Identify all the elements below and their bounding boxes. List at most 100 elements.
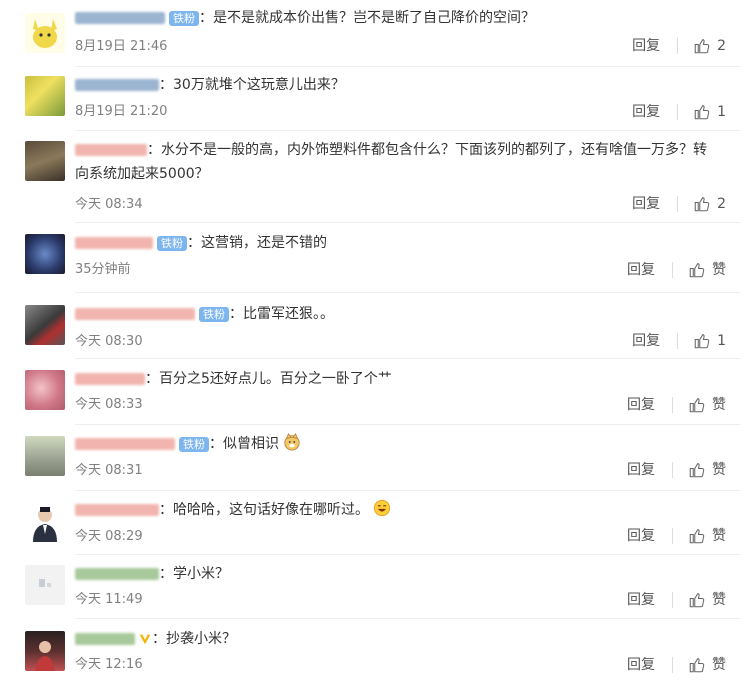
divider [672, 397, 673, 413]
like-count: 赞 [712, 262, 726, 278]
thumbs-up-icon [689, 263, 705, 278]
user-avatar[interactable] [25, 76, 65, 116]
thumbs-up-icon [694, 105, 710, 120]
user-avatar[interactable] [25, 565, 65, 605]
comment-text: ：水分不是一般的高，内外饰塑料件都包含什么？下面该列的都列了，还有啥值一万多？转… [75, 142, 707, 182]
reply-button[interactable]: 回复 [632, 102, 660, 122]
user-avatar[interactable] [25, 436, 65, 476]
divider [672, 528, 673, 544]
thumbs-up-icon [689, 463, 705, 478]
comment-text: ：哈哈哈，这句话好像在哪听过。 [159, 502, 369, 518]
user-avatar[interactable] [25, 13, 65, 53]
fan-badge: 铁粉 [179, 436, 209, 452]
username-blurred[interactable] [75, 12, 165, 24]
fan-badge: 铁粉 [199, 306, 229, 322]
divider [677, 333, 679, 349]
username-blurred[interactable] [75, 438, 175, 450]
comment-text: ：抄袭小米？ [152, 631, 236, 647]
divider [75, 130, 740, 131]
divider [75, 424, 740, 425]
like-button[interactable]: 赞 [688, 526, 726, 546]
username-blurred[interactable] [75, 237, 153, 249]
comment-text: ：学小米？ [159, 566, 229, 582]
like-button[interactable]: 赞 [688, 460, 726, 480]
thumbs-up-icon [689, 593, 705, 608]
comment-text: ：是不是就成本价出售？岂不是断了自己降价的空间？ [199, 10, 535, 26]
like-button[interactable]: 1 [693, 331, 726, 351]
divider [677, 104, 679, 120]
divider [75, 554, 740, 555]
user-avatar[interactable] [25, 370, 65, 410]
like-button[interactable]: 赞 [688, 655, 726, 675]
divider [75, 292, 740, 293]
username-blurred[interactable] [75, 568, 159, 580]
comment-text: ：这营销，还是不错的 [187, 235, 327, 251]
like-count: 2 [717, 38, 726, 54]
reply-button[interactable]: 回复 [627, 395, 655, 415]
comment-time: 今天 08:31 [75, 463, 143, 478]
like-count: 赞 [712, 462, 726, 478]
comment-time: 今天 11:49 [75, 592, 143, 607]
like-button[interactable]: 赞 [688, 260, 726, 280]
laugh-emoji [374, 499, 391, 517]
comment-time: 35分钟前 [75, 262, 131, 277]
like-count: 赞 [712, 397, 726, 413]
comment-time: 今天 12:16 [75, 657, 143, 672]
like-button[interactable]: 赞 [688, 590, 726, 610]
comment-text: ：似曾相识 [209, 436, 279, 452]
divider [677, 38, 679, 54]
username-blurred[interactable] [75, 79, 159, 91]
comment-time: 8月19日 21:20 [75, 104, 168, 119]
comment-text: ：30万就堆个这玩意儿出来？ [159, 77, 345, 93]
v-badge-icon [139, 634, 151, 645]
thumbs-up-icon [689, 658, 705, 673]
comment-time: 今天 08:33 [75, 397, 143, 412]
reply-button[interactable]: 回复 [627, 260, 655, 280]
like-count: 赞 [712, 528, 726, 544]
reply-button[interactable]: 回复 [627, 460, 655, 480]
like-button[interactable]: 1 [693, 102, 726, 122]
like-count: 1 [717, 333, 726, 349]
divider [75, 66, 740, 67]
user-avatar[interactable] [25, 141, 65, 181]
like-button[interactable]: 2 [693, 36, 726, 56]
thumbs-up-icon [694, 197, 710, 212]
comment-time: 今天 08:29 [75, 529, 143, 544]
like-button[interactable]: 赞 [688, 395, 726, 415]
comment-time: 今天 08:30 [75, 334, 143, 349]
fan-badge: 铁粉 [169, 10, 199, 26]
divider [672, 462, 673, 478]
fan-badge: 铁粉 [157, 235, 187, 251]
divider [672, 657, 673, 673]
divider [75, 222, 740, 223]
reply-button[interactable]: 回复 [632, 331, 660, 351]
comment-time: 今天 08:34 [75, 197, 143, 212]
user-avatar[interactable] [25, 234, 65, 274]
divider [672, 262, 673, 278]
username-blurred[interactable] [75, 308, 195, 320]
thumbs-up-icon [689, 398, 705, 413]
like-count: 赞 [712, 592, 726, 608]
reply-button[interactable]: 回复 [627, 526, 655, 546]
username-blurred[interactable] [75, 504, 159, 516]
username-blurred[interactable] [75, 373, 145, 385]
like-button[interactable]: 2 [693, 194, 726, 214]
username-blurred[interactable] [75, 144, 147, 156]
divider [75, 490, 740, 491]
divider [75, 618, 740, 619]
thumbs-up-icon [694, 39, 710, 54]
reply-button[interactable]: 回复 [627, 655, 655, 675]
username-blurred[interactable] [75, 633, 135, 645]
comment-text: ：百分之5还好点儿。百分之一卧了个艹 [145, 371, 392, 387]
user-avatar[interactable] [25, 305, 65, 345]
divider [672, 592, 673, 608]
doge-emoji [284, 433, 301, 451]
reply-button[interactable]: 回复 [632, 194, 660, 214]
divider [75, 358, 740, 359]
like-count: 2 [717, 196, 726, 212]
reply-button[interactable]: 回复 [627, 590, 655, 610]
user-avatar[interactable] [25, 502, 65, 542]
thumbs-up-icon [694, 334, 710, 349]
reply-button[interactable]: 回复 [632, 36, 660, 56]
user-avatar[interactable] [25, 631, 65, 671]
